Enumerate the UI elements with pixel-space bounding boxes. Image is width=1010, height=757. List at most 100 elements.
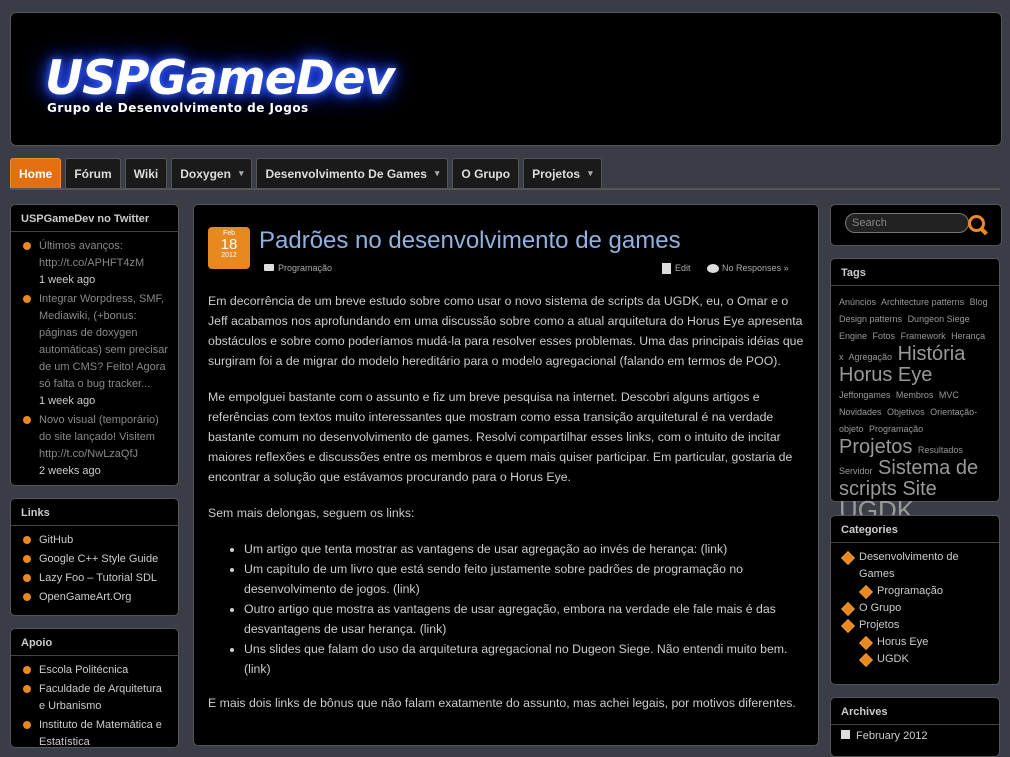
tweet-text[interactable]: Integrar Worpdress, SMF, Mediawiki, (+bo… bbox=[39, 291, 170, 393]
post-title[interactable]: Padrões no desenvolvimento de games bbox=[259, 227, 681, 255]
list-item[interactable]: Escola Politécnica bbox=[21, 662, 170, 679]
bullet-icon bbox=[23, 666, 31, 674]
links-widget-title: Links bbox=[11, 499, 178, 526]
list-item-label: Instituto de Matemática e Estatística bbox=[39, 719, 162, 748]
tag-link[interactable]: Architecture patterns bbox=[881, 297, 964, 307]
post-actions: Edit No Responses » bbox=[662, 263, 789, 275]
tag-link[interactable]: Engine bbox=[839, 331, 867, 341]
tag-link[interactable]: Objetivos bbox=[887, 407, 925, 417]
nav-item-desenvolvimento-de-games[interactable]: Desenvolvimento De Games ▾ bbox=[256, 158, 449, 188]
list-item[interactable]: Lazy Foo – Tutorial SDL bbox=[21, 570, 170, 587]
links-widget: Links GitHub Google C++ Style Guide Lazy F… bbox=[10, 498, 179, 616]
archive-icon bbox=[841, 730, 850, 739]
nav-item-label: Home bbox=[19, 166, 53, 181]
search-widget: Search bbox=[830, 204, 1002, 246]
category-item[interactable]: Horus Eye bbox=[841, 634, 991, 651]
nav-item-wiki[interactable]: Wiki bbox=[124, 158, 168, 188]
tag-link[interactable]: Novidades bbox=[839, 407, 882, 417]
post-date-day: 18 bbox=[220, 236, 238, 253]
list-item[interactable]: GitHub bbox=[21, 532, 170, 549]
nav-item-label: Doxygen bbox=[180, 166, 231, 181]
list-item[interactable]: OpenGameArt.Org bbox=[21, 589, 170, 606]
nav-item-fórum[interactable]: Fórum bbox=[65, 158, 121, 188]
post-link-item[interactable]: Uns slides que falam do uso da arquitetu… bbox=[244, 639, 804, 679]
post-link-list: Um artigo que tenta mostrar as vantagens… bbox=[208, 539, 804, 679]
category-label: Projetos bbox=[859, 619, 900, 631]
tag-link[interactable]: Servidor bbox=[839, 466, 873, 476]
tag-link[interactable]: Framework bbox=[901, 331, 946, 341]
tag-link[interactable]: Agregação bbox=[849, 352, 893, 362]
tag-link[interactable]: x bbox=[839, 352, 844, 362]
apoio-widget: Apoio Escola Politécnica Faculdade de Arq… bbox=[10, 628, 179, 748]
list-item-label: Faculdade de Arquitetura e Urbanismo bbox=[39, 683, 162, 712]
archive-item[interactable]: February 2012 bbox=[831, 725, 999, 747]
category-label: Desenvolvimento de Games bbox=[859, 551, 959, 580]
list-item[interactable]: Faculdade de Arquitetura e Urbanismo bbox=[21, 681, 170, 715]
list-item-label: Google C++ Style Guide bbox=[39, 553, 159, 565]
category-icon bbox=[840, 601, 856, 617]
category-icon bbox=[858, 635, 874, 651]
responses-link[interactable]: No Responses » bbox=[722, 263, 789, 273]
post-category-link[interactable]: Programação bbox=[278, 263, 332, 273]
categories-widget-title: Categories bbox=[831, 516, 999, 543]
category-label: O Grupo bbox=[859, 602, 902, 614]
apoio-widget-title: Apoio bbox=[11, 629, 178, 656]
category-item[interactable]: UGDK bbox=[841, 651, 991, 668]
post-link-item[interactable]: Um artigo que tenta mostrar as vantagens… bbox=[244, 539, 804, 559]
apoio-list: Escola Politécnica Faculdade de Arquitetu… bbox=[11, 656, 178, 751]
search-input[interactable]: Search bbox=[845, 213, 969, 233]
edit-icon bbox=[662, 263, 671, 275]
nav-item-label: O Grupo bbox=[461, 166, 511, 181]
nav-item-o-grupo[interactable]: O Grupo bbox=[452, 158, 520, 188]
category-item[interactable]: Projetos bbox=[840, 617, 991, 634]
tag-link[interactable]: Dungeon Siege bbox=[908, 314, 970, 324]
post-paragraph: Me empolguei bastante com o assunto e fi… bbox=[208, 390, 793, 484]
tag-link[interactable]: Herança bbox=[951, 331, 985, 341]
tweet-item: Novo visual (temporário) do site lançado… bbox=[21, 412, 170, 480]
tag-link[interactable]: Jeffongames bbox=[839, 390, 890, 400]
tag-link[interactable]: Projetos bbox=[839, 436, 912, 458]
nav-item-home[interactable]: Home bbox=[10, 158, 62, 188]
nav-item-projetos[interactable]: Projetos ▾ bbox=[523, 158, 602, 188]
post-link-item[interactable]: Um capítulo de um livro que está sendo f… bbox=[244, 559, 804, 599]
twitter-widget-title: USPGameDev no Twitter bbox=[11, 205, 178, 232]
bullet-icon bbox=[23, 685, 31, 693]
category-item[interactable]: Desenvolvimento de Games bbox=[840, 549, 991, 583]
tag-link[interactable]: Membros bbox=[896, 390, 934, 400]
list-item[interactable]: Google C++ Style Guide bbox=[21, 551, 170, 568]
category-item[interactable]: Programação bbox=[841, 583, 991, 600]
post-link-item[interactable]: Outro artigo que mostra as vantagens de … bbox=[244, 599, 804, 639]
list-item-label: OpenGameArt.Org bbox=[39, 591, 132, 603]
list-item[interactable]: Instituto de Matemática e Estatística bbox=[21, 717, 170, 751]
site-logo[interactable]: USPGameDev bbox=[45, 51, 395, 106]
category-icon bbox=[840, 618, 856, 634]
tag-link[interactable]: MVC bbox=[939, 390, 959, 400]
tag-link[interactable]: História bbox=[898, 343, 966, 365]
list-item-label: Escola Politécnica bbox=[39, 664, 129, 676]
post-paragraph: E mais dois links de bônus que não falam… bbox=[208, 696, 796, 710]
tweet-text[interactable]: Últimos avanços: http://t.co/APHFT4zM bbox=[39, 238, 170, 272]
chevron-down-icon: ▾ bbox=[588, 168, 593, 178]
tag-link[interactable]: Design patterns bbox=[839, 314, 902, 324]
tag-link[interactable]: Blog bbox=[970, 297, 988, 307]
tweet-time[interactable]: 2 weeks ago bbox=[39, 463, 170, 480]
nav-item-label: Desenvolvimento De Games bbox=[265, 166, 427, 181]
edit-link[interactable]: Edit bbox=[675, 263, 691, 273]
bullet-icon bbox=[23, 555, 31, 563]
category-icon bbox=[858, 584, 874, 600]
tag-link[interactable]: Horus Eye bbox=[839, 364, 932, 386]
comment-icon bbox=[707, 264, 720, 274]
site-header: USPGameDev Grupo de Desenvolvimento de J… bbox=[10, 12, 1002, 146]
category-item[interactable]: O Grupo bbox=[840, 600, 991, 617]
bullet-icon bbox=[23, 416, 31, 424]
tag-link[interactable]: Programação bbox=[869, 424, 923, 434]
tweet-text[interactable]: Novo visual (temporário) do site lançado… bbox=[39, 412, 170, 463]
post-date-year: 2012 bbox=[221, 252, 237, 259]
tag-link[interactable]: Anúncios bbox=[839, 297, 876, 307]
tag-link[interactable]: Resultados bbox=[918, 445, 963, 455]
tag-link[interactable]: Fotos bbox=[873, 331, 896, 341]
tweet-time[interactable]: 1 week ago bbox=[39, 393, 170, 410]
search-icon[interactable] bbox=[968, 215, 985, 232]
nav-item-doxygen[interactable]: Doxygen ▾ bbox=[171, 158, 253, 188]
tweet-time[interactable]: 1 week ago bbox=[39, 272, 170, 289]
